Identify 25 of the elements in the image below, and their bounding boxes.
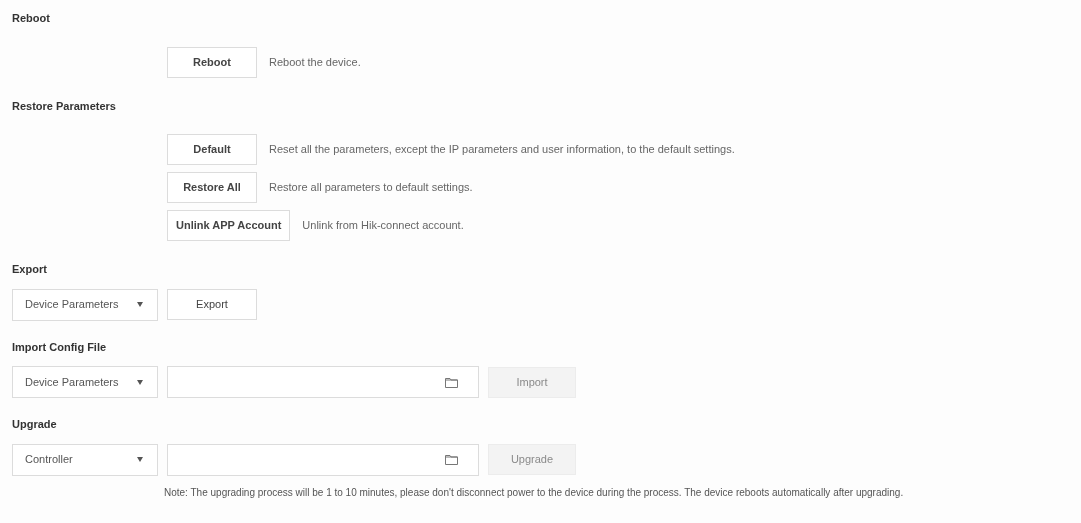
file-path-field[interactable]	[167, 366, 479, 398]
action-button[interactable]: Reboot	[167, 46, 257, 78]
folder-icon[interactable]	[445, 376, 458, 388]
section-heading: Reboot	[12, 11, 51, 26]
note-text: Note: The upgrading process will be 1 to 10 minutes, please don't disconnect power to the device during the process. The device reboots automatically after upgrading.	[164, 485, 905, 500]
action-description: Reset all the parameters, except the IP parameters and user information, to the default settings.	[269, 142, 735, 158]
section-heading: Import Config File	[12, 339, 108, 355]
file-path-field[interactable]	[167, 443, 479, 476]
action-description: Reboot the device.	[269, 54, 361, 70]
caret-icon	[137, 457, 143, 462]
dropdown-select[interactable]: Device Parameters	[12, 288, 158, 321]
action-button[interactable]: Export	[167, 289, 257, 320]
caret-icon	[137, 302, 143, 307]
action-description: Restore all parameters to default settings.	[269, 180, 473, 196]
action-button[interactable]: Restore All	[167, 172, 257, 203]
section-heading: Upgrade	[12, 417, 58, 432]
section-heading: Restore Parameters	[12, 98, 117, 114]
caret-icon	[137, 379, 143, 385]
dropdown-select[interactable]: Controller	[12, 443, 158, 476]
action-description: Unlink from Hik-connect account.	[302, 218, 464, 234]
folder-icon[interactable]	[445, 454, 458, 465]
dropdown-select[interactable]: Device Parameters	[12, 366, 158, 398]
section-heading: Export	[12, 262, 48, 277]
action-button[interactable]: Default	[167, 134, 257, 165]
action-button[interactable]: Unlink APP Account	[167, 210, 291, 241]
